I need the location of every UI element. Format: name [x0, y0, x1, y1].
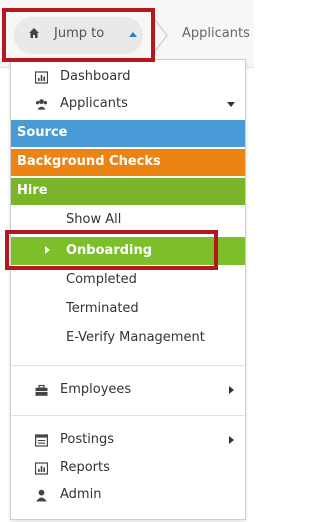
hire-item-e-verify-management[interactable]: E-Verify Management	[11, 327, 245, 351]
chevron-right-icon	[229, 436, 234, 444]
list-icon	[35, 434, 48, 447]
menu-item-employees[interactable]: Employees	[11, 380, 245, 402]
menu-item-applicants[interactable]: Applicants	[11, 94, 245, 116]
jump-to-menu: Dashboard Applicants Source Background C…	[10, 59, 246, 520]
section-hire[interactable]: Hire	[11, 178, 245, 205]
briefcase-icon	[35, 384, 48, 396]
users-icon	[35, 99, 48, 110]
menu-divider	[11, 415, 245, 416]
menu-item-dashboard[interactable]: Dashboard	[11, 67, 245, 89]
section-background-checks[interactable]: Background Checks	[11, 149, 245, 176]
chevron-down-icon	[227, 102, 235, 107]
menu-item-label: Admin	[60, 487, 102, 502]
hire-item-terminated[interactable]: Terminated	[11, 298, 245, 322]
menu-item-label: Employees	[60, 382, 132, 397]
breadcrumb-applicants[interactable]: Applicants	[182, 26, 250, 41]
hire-item-label: Completed	[66, 272, 137, 287]
hire-item-completed[interactable]: Completed	[11, 269, 245, 293]
highlight-onboarding	[5, 230, 218, 270]
section-label: Background Checks	[17, 154, 161, 169]
hire-item-label: Terminated	[66, 301, 139, 316]
menu-item-label: Dashboard	[60, 69, 131, 84]
user-icon	[36, 489, 47, 502]
menu-item-label: Reports	[60, 460, 110, 475]
menu-item-label: Postings	[60, 432, 115, 447]
section-label: Source	[17, 125, 68, 140]
bar-chart-icon	[35, 462, 48, 475]
section-source[interactable]: Source	[11, 120, 245, 147]
bar-chart-icon	[35, 71, 48, 84]
hire-item-label: Show All	[66, 212, 122, 227]
hire-item-label: E-Verify Management	[66, 330, 205, 345]
menu-item-label: Applicants	[60, 96, 128, 111]
highlight-jump-to	[2, 8, 155, 62]
menu-item-reports[interactable]: Reports	[11, 458, 245, 480]
menu-divider	[11, 365, 245, 366]
section-label: Hire	[17, 183, 48, 198]
menu-item-postings[interactable]: Postings	[11, 430, 245, 452]
menu-item-admin[interactable]: Admin	[11, 485, 245, 507]
chevron-right-icon	[229, 386, 234, 394]
